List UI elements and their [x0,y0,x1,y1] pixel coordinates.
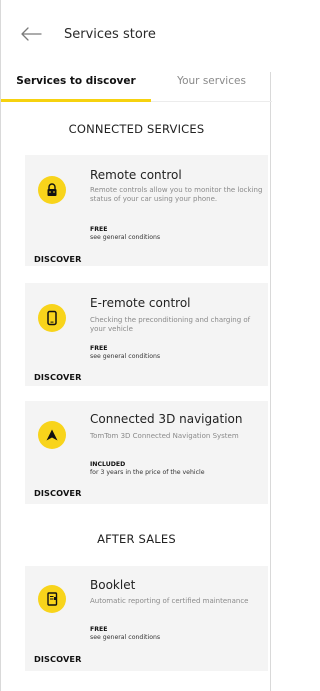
card-price: FREE [90,226,108,233]
card-description: Automatic reporting of certified mainten… [90,597,249,605]
card-price: FREE [90,626,108,633]
discover-button[interactable]: DISCOVER [34,488,82,498]
page-title: Services store [64,27,156,42]
section-title-connected-services: CONNECTED SERVICES [68,122,205,136]
card-description: TomTom 3D Connected Navigation System [90,432,239,440]
card-conditions-text: for 3 years in the price of the vehicle [90,469,205,476]
navigation-arrow-icon [38,421,66,449]
card-title: Connected 3D navigation [90,412,243,426]
discover-button[interactable]: DISCOVER [34,372,82,382]
top-bar: Services store [1,0,272,72]
card-conditions-link[interactable]: see general conditions [90,634,160,641]
card-title: Booklet [90,578,136,592]
service-card-booklet: Booklet Automatic reporting of certified… [25,566,268,671]
app-screen: Services store Services to discover Your… [0,0,272,691]
card-title: Remote control [90,168,182,182]
active-tab-indicator [1,99,151,102]
card-price: INCLUDED [90,461,126,468]
service-card-connected-3d-navigation: Connected 3D navigation TomTom 3D Connec… [25,401,268,504]
discover-button[interactable]: DISCOVER [34,654,82,664]
card-conditions-link[interactable]: see general conditions [90,234,160,241]
card-conditions-link[interactable]: see general conditions [90,353,160,360]
card-description: Checking the preconditioning and chargin… [90,316,251,334]
service-card-remote-control: Remote control Remote controls allow you… [25,155,268,266]
card-price: FREE [90,345,108,352]
booklet-icon [38,585,66,613]
smartphone-icon [38,304,66,332]
tab-services-to-discover[interactable]: Services to discover [1,72,151,102]
tab-your-services[interactable]: Your services [151,72,272,102]
back-arrow-icon[interactable] [19,24,43,44]
service-card-e-remote-control: E-remote control Checking the preconditi… [25,283,268,386]
section-title-after-sales: AFTER SALES [97,532,176,546]
card-title: E-remote control [90,296,191,310]
discover-button[interactable]: DISCOVER [34,254,82,264]
tab-bar: Services to discover Your services [1,72,272,102]
car-lock-icon [38,176,66,204]
card-description: Remote controls allow you to monitor the… [90,186,263,204]
